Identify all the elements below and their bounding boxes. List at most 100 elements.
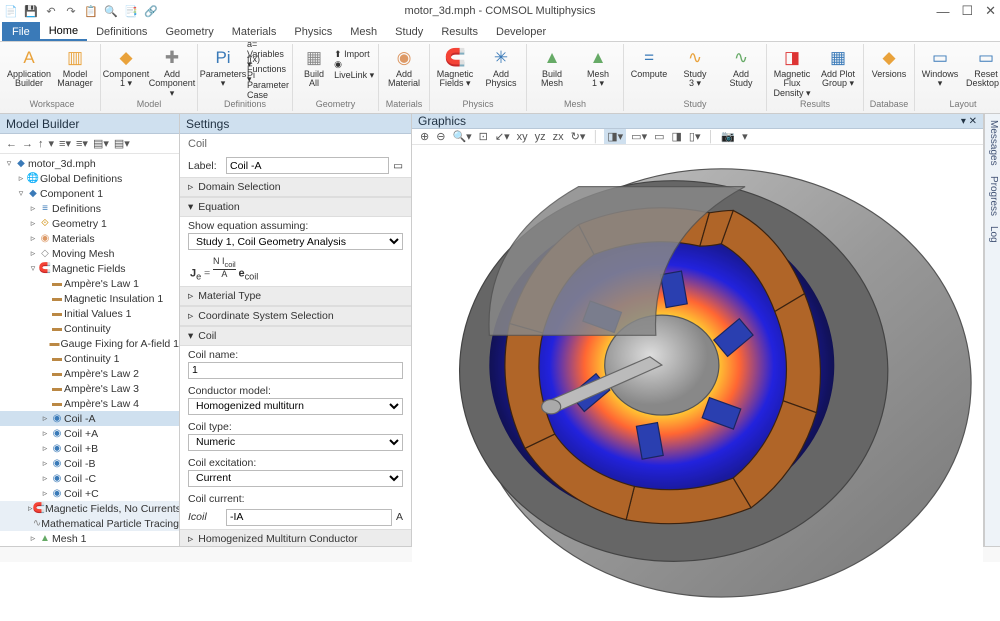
graphics-tool[interactable]: ▾ <box>740 130 750 143</box>
tree-item[interactable]: ▬Initial Values 1 <box>0 306 179 321</box>
mb-tool[interactable]: ▾ <box>49 137 55 150</box>
tree-twisty[interactable]: ▹ <box>40 428 50 439</box>
file-menu[interactable]: File <box>2 22 40 41</box>
coil-name-input[interactable] <box>188 362 403 379</box>
mb-tool[interactable]: ▤▾ <box>93 137 109 150</box>
tree-item[interactable]: ▹🧲Magnetic Fields, No Currents <box>0 501 179 516</box>
ribbon-reset[interactable]: ▭ResetDesktop ▾ <box>964 46 1000 90</box>
side-tab-messages[interactable]: Messages <box>986 120 999 166</box>
graphics-canvas[interactable] <box>412 145 983 621</box>
qat-button[interactable]: 🔗 <box>144 4 158 18</box>
tree-twisty[interactable]: ▹ <box>28 203 38 214</box>
mb-tool[interactable]: → <box>22 138 33 150</box>
ribbon-parameters[interactable]: PiParameters▾ <box>201 46 245 90</box>
ribbon-add[interactable]: ✳AddPhysics <box>479 46 523 90</box>
ribbon-versions[interactable]: ◆Versions <box>867 46 911 80</box>
graphics-tool[interactable]: 🔍▾ <box>450 130 473 143</box>
tree-item[interactable]: ▹◉Coil -C <box>0 471 179 486</box>
side-tab-log[interactable]: Log <box>986 226 999 243</box>
tree-item[interactable]: ▹⟐Geometry 1 <box>0 216 179 231</box>
tree-item[interactable]: ▹▲Mesh 1 <box>0 531 179 546</box>
section-header[interactable]: ▹Material Type <box>180 286 411 306</box>
graphics-tool[interactable]: ⊡ <box>477 130 490 143</box>
ribbon-build[interactable]: ▦BuildAll <box>296 46 332 90</box>
section-header[interactable]: ▾Coil <box>180 326 411 346</box>
section-header[interactable]: ▹Domain Selection <box>180 177 411 197</box>
ribbon-tab-home[interactable]: Home <box>40 22 87 41</box>
tree-twisty[interactable]: ▹ <box>40 458 50 469</box>
ribbon-tab-results[interactable]: Results <box>432 22 487 41</box>
graphics-tool[interactable]: ◨▾ <box>604 129 626 144</box>
ribbon-magnetic-flux[interactable]: ◨Magnetic FluxDensity ▾ <box>770 46 814 99</box>
graphics-tool[interactable]: ▭ <box>652 130 666 143</box>
coil-excitation-select[interactable]: Current <box>188 470 403 487</box>
label-edit-icon[interactable]: ▭ <box>393 160 403 172</box>
ribbon-small[interactable]: Pi Parameter Case <box>247 77 289 92</box>
ribbon-tab-definitions[interactable]: Definitions <box>87 22 156 41</box>
tree-item[interactable]: ▹🌐Global Definitions <box>0 171 179 186</box>
label-input[interactable] <box>226 157 389 174</box>
tree-item[interactable]: ▬Magnetic Insulation 1 <box>0 291 179 306</box>
graphics-tool[interactable]: ⊖ <box>434 130 447 143</box>
graphics-tool[interactable]: ◨ <box>670 130 684 143</box>
tree-item[interactable]: ▬Ampère's Law 3 <box>0 381 179 396</box>
tree-item[interactable]: ▬Ampère's Law 1 <box>0 276 179 291</box>
ribbon-small[interactable]: ◉ LiveLink ▾ <box>334 62 375 77</box>
tree-item[interactable]: ▹◉Coil -A <box>0 411 179 426</box>
tree-twisty[interactable]: ▿ <box>16 188 26 199</box>
mb-tool[interactable]: ≡▾ <box>59 137 71 150</box>
tree-twisty[interactable]: ▹ <box>40 443 50 454</box>
qat-button[interactable]: 🔍 <box>104 4 118 18</box>
qat-button[interactable]: 📋 <box>84 4 98 18</box>
minimize-button[interactable]: — <box>936 4 949 19</box>
ribbon-magnetic[interactable]: 🧲MagneticFields ▾ <box>433 46 477 90</box>
ribbon-add[interactable]: ✚AddComponent ▾ <box>150 46 194 99</box>
section-header[interactable]: ▹Homogenized Multiturn Conductor <box>180 529 411 546</box>
tree-item[interactable]: ▹◉Materials <box>0 231 179 246</box>
tree-item[interactable]: ▬Continuity 1 <box>0 351 179 366</box>
tree-twisty[interactable]: ▿ <box>4 158 14 169</box>
tree-twisty[interactable]: ▹ <box>28 533 38 544</box>
conductor-model-select[interactable]: Homogenized multiturn <box>188 398 403 415</box>
tree-twisty[interactable]: ▹ <box>40 473 50 484</box>
tree-item[interactable]: ∿Mathematical Particle Tracing <box>0 516 179 531</box>
tree-twisty[interactable]: ▹ <box>28 218 38 229</box>
ribbon-build[interactable]: ▲BuildMesh <box>530 46 574 90</box>
tree-twisty[interactable]: ▹ <box>40 488 50 499</box>
ribbon-study[interactable]: ∿Study3 ▾ <box>673 46 717 90</box>
tree-twisty[interactable]: ▿ <box>28 263 38 274</box>
equation-study-select[interactable]: Study 1, Coil Geometry Analysis <box>188 233 403 250</box>
ribbon-tab-developer[interactable]: Developer <box>487 22 555 41</box>
tree-item[interactable]: ▹≡Definitions <box>0 201 179 216</box>
mb-tool[interactable]: ▤▾ <box>114 137 130 150</box>
qat-button[interactable]: ↷ <box>64 4 78 18</box>
coil-current-input[interactable] <box>226 509 392 526</box>
ribbon-windows[interactable]: ▭Windows▾ <box>918 46 962 90</box>
graphics-tool[interactable]: ↙▾ <box>493 130 512 143</box>
ribbon-tab-mesh[interactable]: Mesh <box>341 22 386 41</box>
tree-item[interactable]: ▹◉Coil +C <box>0 486 179 501</box>
graphics-tool[interactable]: ⊕ <box>418 130 431 143</box>
graphics-tool[interactable]: ▯▾ <box>687 130 703 143</box>
model-tree[interactable]: ▿◆motor_3d.mph▹🌐Global Definitions▿◆Comp… <box>0 154 179 546</box>
ribbon-compute[interactable]: =Compute <box>627 46 671 80</box>
tree-item[interactable]: ▬Continuity <box>0 321 179 336</box>
ribbon-component[interactable]: ◆Component1 ▾ <box>104 46 148 90</box>
graphics-tool[interactable]: ↻▾ <box>569 130 588 143</box>
graphics-tool[interactable]: xy <box>515 131 530 143</box>
qat-button[interactable]: ↶ <box>44 4 58 18</box>
ribbon-model[interactable]: ▥ModelManager <box>53 46 97 90</box>
tree-item[interactable]: ▿◆motor_3d.mph <box>0 156 179 171</box>
ribbon-add[interactable]: ∿AddStudy <box>719 46 763 90</box>
tree-item[interactable]: ▬Ampère's Law 4 <box>0 396 179 411</box>
ribbon-tab-study[interactable]: Study <box>386 22 432 41</box>
qat-button[interactable]: 💾 <box>24 4 38 18</box>
coil-type-select[interactable]: Numeric <box>188 434 403 451</box>
tree-twisty[interactable]: ▹ <box>40 413 50 424</box>
ribbon-add[interactable]: ◉AddMaterial <box>382 46 426 90</box>
ribbon-add-plot[interactable]: ▦Add PlotGroup ▾ <box>816 46 860 90</box>
tree-item[interactable]: ▹◉Coil -B <box>0 456 179 471</box>
tree-twisty[interactable]: ▹ <box>28 248 38 259</box>
graphics-tool[interactable]: zx <box>551 131 566 143</box>
close-button[interactable]: ✕ <box>985 3 996 19</box>
